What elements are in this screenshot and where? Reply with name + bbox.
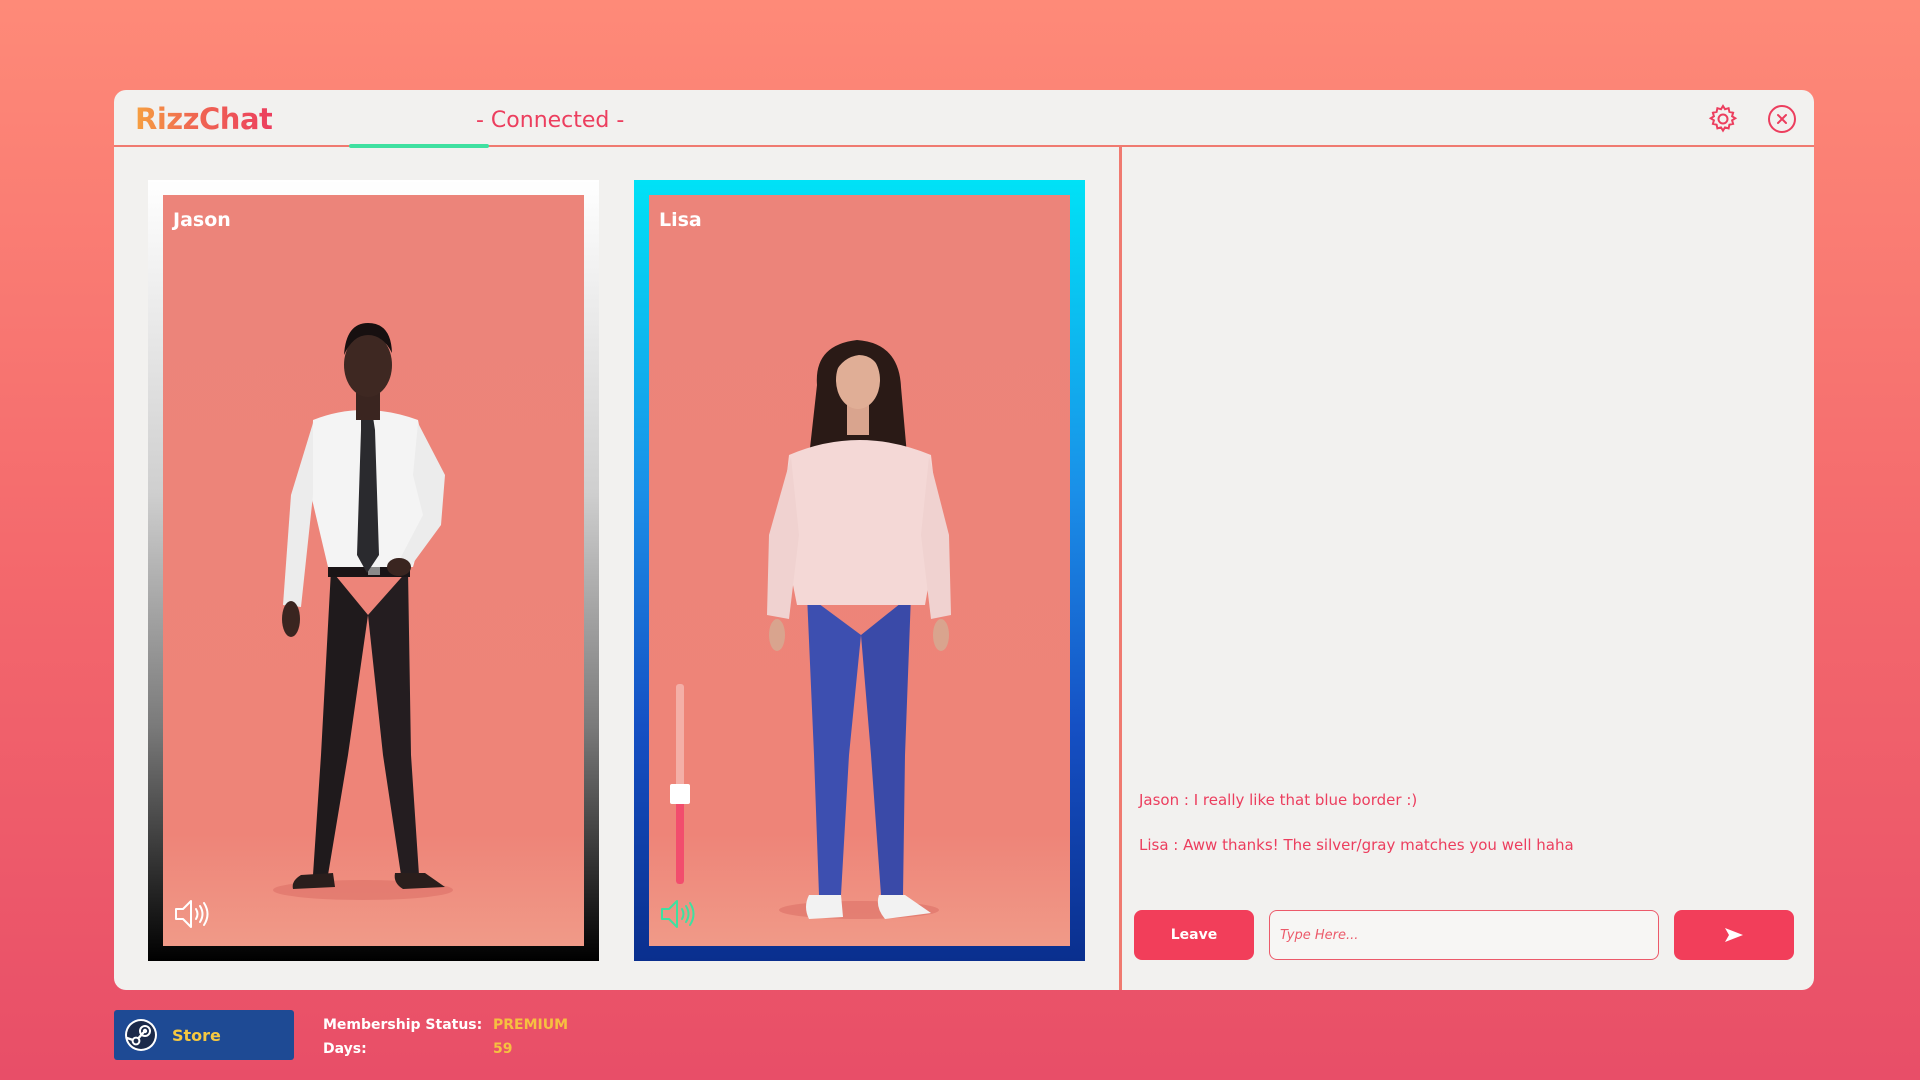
avatar-figure-lisa [767, 340, 951, 919]
days-value: 59 [493, 1041, 513, 1057]
store-label: Store [172, 1025, 221, 1045]
volume-fill [676, 794, 684, 884]
send-button[interactable] [1674, 910, 1794, 960]
chat-messages: Jason : I really like that blue border :… [1139, 790, 1799, 880]
close-button[interactable] [1766, 103, 1798, 135]
membership-info: Membership Status: PREMIUM Days: 59 [323, 1013, 568, 1061]
volume-slider[interactable] [670, 684, 690, 884]
volume-slider-handle[interactable] [670, 784, 690, 804]
close-icon [1768, 105, 1796, 133]
speaker-icon[interactable] [173, 897, 213, 931]
days-label: Days: [323, 1041, 367, 1057]
video-feed-lisa: Lisa [649, 195, 1070, 946]
steam-icon [125, 1019, 157, 1051]
panel-divider [1119, 147, 1122, 990]
store-button[interactable]: Store [114, 1010, 294, 1060]
gear-icon [1708, 104, 1738, 133]
send-arrow-icon [1725, 928, 1743, 942]
avatar-figure-jason [273, 323, 453, 900]
connection-status: - Connected - [476, 108, 625, 133]
membership-status-label: Membership Status: [323, 1017, 483, 1033]
header-bar: RizzChat - Connected - [114, 90, 1814, 148]
membership-status-value: PREMIUM [493, 1017, 569, 1033]
leave-button[interactable]: Leave [1134, 910, 1254, 960]
app-logo: RizzChat [135, 102, 273, 136]
participant-card-lisa: Lisa [634, 180, 1085, 961]
speaker-icon[interactable] [659, 897, 699, 931]
rizzchat-window: RizzChat - Connected - Jason Lisa Jason … [114, 90, 1814, 990]
settings-button[interactable] [1707, 103, 1739, 135]
video-feed-jason: Jason [163, 195, 584, 946]
active-tab-indicator [349, 144, 489, 148]
participant-card-jason: Jason [148, 180, 599, 961]
chat-message: Lisa : Aww thanks! The silver/gray match… [1139, 836, 1574, 854]
chat-message: Jason : I really like that blue border :… [1139, 791, 1418, 809]
chat-input[interactable] [1269, 910, 1659, 960]
